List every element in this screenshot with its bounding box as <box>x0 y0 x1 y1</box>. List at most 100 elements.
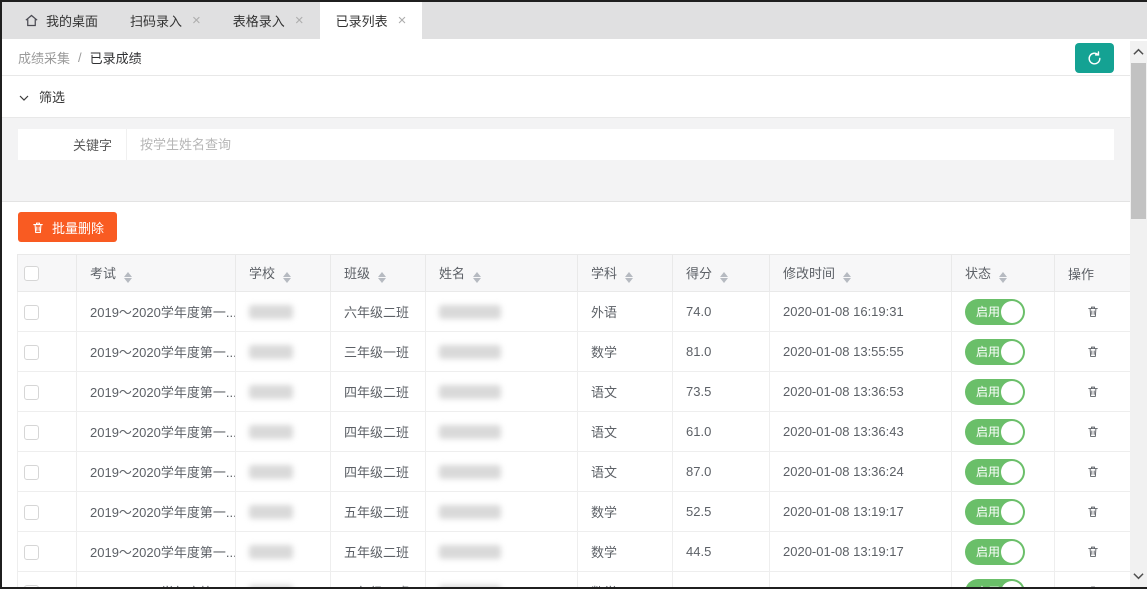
scroll-up-icon[interactable] <box>1130 43 1147 61</box>
sort-icon[interactable] <box>998 267 1008 283</box>
exam-cell: 2019～2020学年度第一... <box>77 532 236 572</box>
delete-row-button[interactable] <box>1084 502 1102 521</box>
filter-toggle[interactable]: 筛选 <box>2 76 1132 118</box>
row-checkbox[interactable] <box>24 305 39 320</box>
redacted-name <box>439 505 501 519</box>
subject-cell: 外语 <box>578 292 673 332</box>
tab-my-desktop[interactable]: 我的桌面 <box>8 2 114 39</box>
delete-row-button[interactable] <box>1084 542 1102 561</box>
table-row: 2019～2020学年度第一... 四年级二班 语文 73.5 2020-01-… <box>18 372 1134 412</box>
name-cell <box>426 572 578 589</box>
row-checkbox[interactable] <box>24 545 39 560</box>
row-checkbox[interactable] <box>24 425 39 440</box>
col-score[interactable]: 得分 <box>673 255 770 292</box>
table-row: 2019～2020学年度第一... 四年级二班 语文 61.0 2020-01-… <box>18 412 1134 452</box>
table-row: 2019～2020学年度第一... 六年级二班 外语 74.0 2020-01-… <box>18 292 1134 332</box>
batch-delete-button[interactable]: 批量删除 <box>18 212 117 242</box>
row-checkbox[interactable] <box>24 385 39 400</box>
tab-scan-entry[interactable]: 扫码录入 × <box>114 2 217 39</box>
class-cell: 五年级二班 <box>331 572 426 589</box>
score-cell: 51.0 <box>673 572 770 589</box>
row-checkbox[interactable] <box>24 585 39 589</box>
status-toggle[interactable]: 启用 <box>965 299 1025 325</box>
col-name[interactable]: 姓名 <box>426 255 578 292</box>
modified-cell: 2020-01-08 13:55:55 <box>770 332 952 372</box>
scrollbar-thumb[interactable] <box>1131 63 1146 219</box>
class-cell: 五年级二班 <box>331 532 426 572</box>
col-school[interactable]: 学校 <box>236 255 331 292</box>
class-cell: 四年级二班 <box>331 412 426 452</box>
keyword-input[interactable] <box>127 137 1114 152</box>
col-exam[interactable]: 考试 <box>77 255 236 292</box>
col-class[interactable]: 班级 <box>331 255 426 292</box>
modified-cell: 2020-01-08 13:36:43 <box>770 412 952 452</box>
close-icon[interactable]: × <box>192 13 201 28</box>
tab-label: 扫码录入 <box>130 11 182 30</box>
modified-cell: 2020-01-08 13:19:17 <box>770 532 952 572</box>
modified-cell: 2020-01-08 13:19:17 <box>770 492 952 532</box>
delete-row-button[interactable] <box>1084 582 1102 589</box>
tab-label: 已录列表 <box>336 11 388 30</box>
actions-cell <box>1055 372 1134 412</box>
status-toggle[interactable]: 启用 <box>965 499 1025 525</box>
redacted-name <box>439 425 501 439</box>
table-row: 2019～2020学年度第一... 四年级二班 语文 87.0 2020-01-… <box>18 452 1134 492</box>
close-icon[interactable]: × <box>295 13 304 28</box>
delete-row-button[interactable] <box>1084 462 1102 481</box>
row-checkbox[interactable] <box>24 505 39 520</box>
delete-row-button[interactable] <box>1084 422 1102 441</box>
close-icon[interactable]: × <box>398 13 407 28</box>
redacted-name <box>439 545 501 559</box>
actions-cell <box>1055 492 1134 532</box>
redacted-school <box>249 545 293 559</box>
scroll-down-icon[interactable] <box>1130 567 1147 585</box>
name-cell <box>426 452 578 492</box>
row-checkbox[interactable] <box>24 345 39 360</box>
status-toggle[interactable]: 启用 <box>965 419 1025 445</box>
class-cell: 三年级一班 <box>331 332 426 372</box>
sort-icon[interactable] <box>282 267 292 283</box>
status-toggle[interactable]: 启用 <box>965 539 1025 565</box>
status-toggle[interactable]: 启用 <box>965 579 1025 589</box>
exam-cell: 2019～2020学年度第一... <box>77 372 236 412</box>
select-all-checkbox[interactable] <box>24 266 39 281</box>
redacted-school <box>249 385 293 399</box>
redacted-school <box>249 305 293 319</box>
subject-cell: 语文 <box>578 372 673 412</box>
exam-cell: 2019～2020学年度第一... <box>77 452 236 492</box>
status-toggle[interactable]: 启用 <box>965 459 1025 485</box>
subject-cell: 数学 <box>578 492 673 532</box>
status-toggle[interactable]: 启用 <box>965 339 1025 365</box>
select-all-cell <box>18 255 77 292</box>
vertical-scrollbar[interactable] <box>1130 41 1147 587</box>
sort-icon[interactable] <box>719 267 729 283</box>
delete-row-button[interactable] <box>1084 342 1102 361</box>
status-toggle[interactable]: 启用 <box>965 379 1025 405</box>
status-cell: 启用 <box>952 412 1055 452</box>
score-cell: 52.5 <box>673 492 770 532</box>
tab-form-entry[interactable]: 表格录入 × <box>217 2 320 39</box>
sort-icon[interactable] <box>377 267 387 283</box>
sort-icon[interactable] <box>123 267 133 283</box>
name-cell <box>426 532 578 572</box>
name-cell <box>426 332 578 372</box>
breadcrumb-section[interactable]: 成绩采集 <box>18 48 70 67</box>
delete-row-button[interactable] <box>1084 382 1102 401</box>
keyword-label: 关键字 <box>18 129 126 160</box>
tab-recorded-list[interactable]: 已录列表 × <box>320 2 423 39</box>
sort-icon[interactable] <box>624 267 634 283</box>
delete-row-button[interactable] <box>1084 302 1102 321</box>
col-subject[interactable]: 学科 <box>578 255 673 292</box>
status-cell: 启用 <box>952 492 1055 532</box>
row-checkbox[interactable] <box>24 465 39 480</box>
tab-label: 我的桌面 <box>46 11 98 30</box>
sort-icon[interactable] <box>842 267 852 283</box>
school-cell <box>236 532 331 572</box>
col-modified[interactable]: 修改时间 <box>770 255 952 292</box>
refresh-button[interactable] <box>1075 43 1114 73</box>
trash-icon <box>31 220 45 235</box>
name-cell <box>426 492 578 532</box>
col-status[interactable]: 状态 <box>952 255 1055 292</box>
sort-icon[interactable] <box>472 267 482 283</box>
table-toolbar: 批量删除 <box>2 202 1132 254</box>
